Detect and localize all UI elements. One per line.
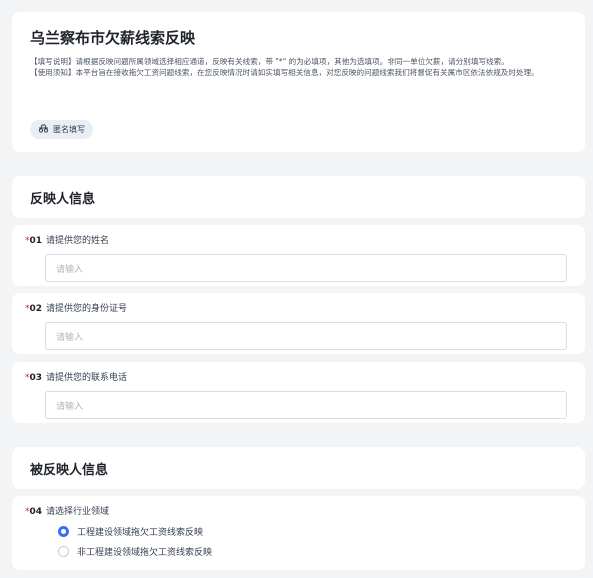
incognito-icon [38,124,49,135]
anonymous-fill-button[interactable]: 匿名填写 [30,120,93,139]
section-reporter-info: 反映人信息 [12,176,585,218]
question-id-number: *02 请提供您的身份证号 请输入 [12,293,585,354]
id-number-input-placeholder: 请输入 [56,332,84,343]
form-title: 乌兰察布市欠薪线索反映 [30,29,196,47]
industry-option-label: 工程建设领域拖欠工资线索反映 [77,527,204,538]
form-notice: 【使用须知】本平台旨在接收拖欠工资问题线索，在您反映情况时请如实填写相关信息，对… [30,68,539,77]
question-number: 01 [29,236,43,246]
question-industry: *04 请选择行业领域 工程建设领域拖欠工资线索反映 非工程建设领域拖欠工资线索反… [12,496,585,570]
question-label: 请选择行业领域 [46,507,110,517]
required-mark: * [25,373,30,383]
section-title-reported: 被反映人信息 [30,462,109,478]
question-label: 请提供您的联系电话 [46,373,128,383]
question-label: 请提供您的姓名 [46,236,110,246]
question-number: 03 [29,373,43,383]
industry-option-non-construction[interactable]: 非工程建设领域拖欠工资线索反映 [58,544,567,558]
question-name: *01 请提供您的姓名 请输入 [12,225,585,286]
phone-input-placeholder: 请输入 [56,401,84,412]
form-intro-card: 乌兰察布市欠薪线索反映 【填写说明】请根据反映问题所属领域选择相应通道，反映有关… [12,12,585,152]
question-number: 02 [29,304,43,314]
question-phone: *03 请提供您的联系电话 请输入 [12,362,585,423]
radio-unchecked-icon[interactable] [58,545,69,557]
industry-option-label: 非工程建设领域拖欠工资线索反映 [77,547,213,558]
anonymous-fill-label: 匿名填写 [53,125,85,134]
form-instructions: 【填写说明】请根据反映问题所属领域选择相应通道，反映有关线索，带 "*" 的为必… [30,57,509,66]
radio-checked-icon[interactable] [58,525,69,537]
phone-input[interactable]: 请输入 [45,391,567,419]
question-number: 04 [29,507,43,517]
required-mark: * [25,304,30,314]
name-input[interactable]: 请输入 [45,254,567,282]
id-number-input[interactable]: 请输入 [45,322,567,350]
required-mark: * [25,507,30,517]
industry-option-construction[interactable]: 工程建设领域拖欠工资线索反映 [58,524,567,538]
name-input-placeholder: 请输入 [56,264,84,275]
section-reported-party-info: 被反映人信息 [12,447,585,489]
question-label: 请提供您的身份证号 [46,304,128,314]
section-title-reporter: 反映人信息 [30,191,96,207]
required-mark: * [25,236,30,246]
